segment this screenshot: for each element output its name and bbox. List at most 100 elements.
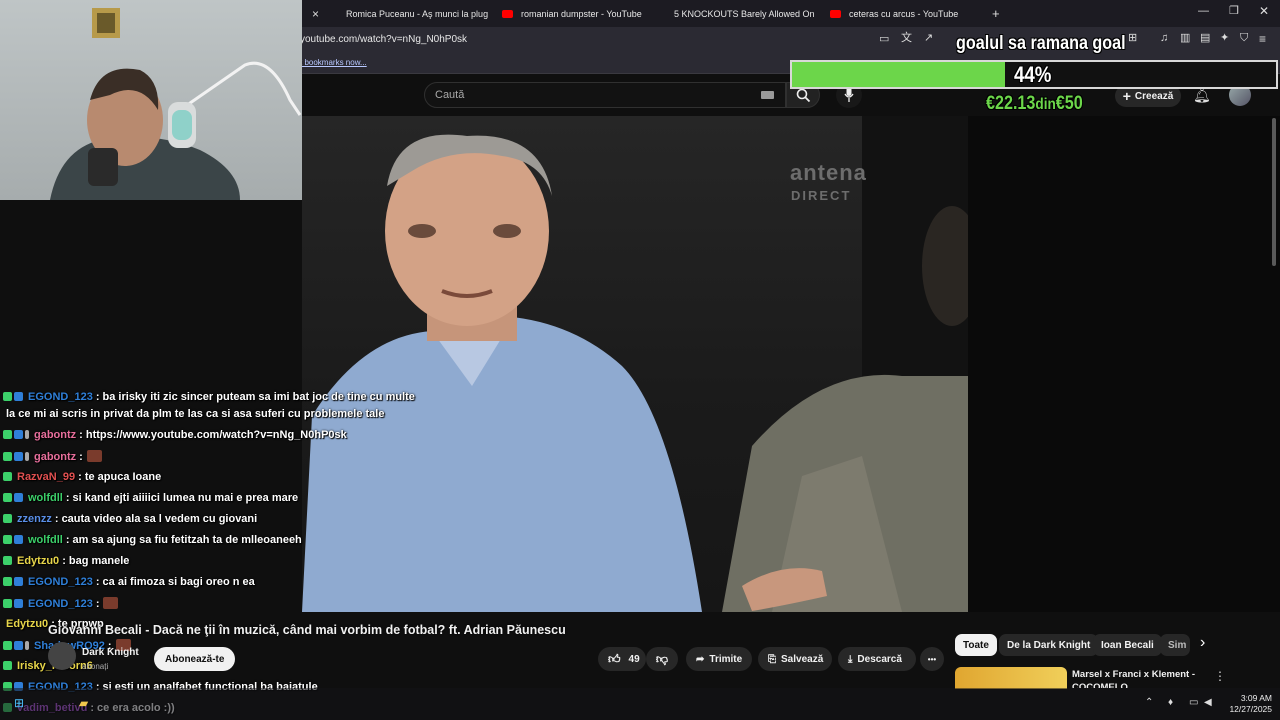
tray-mic-icon[interactable]: ♦ — [1168, 698, 1173, 708]
chat-badge-icon — [3, 556, 12, 565]
goal-current: €22.13 — [986, 93, 1036, 114]
subscribe-button[interactable]: Abonează-te — [154, 647, 236, 671]
keyboard-icon[interactable] — [761, 91, 774, 99]
chat-message: RazvaN_99: te apuca Ioane — [3, 471, 161, 483]
webcam-overlay — [0, 0, 302, 200]
volume-icon[interactable]: ◀ — [1204, 698, 1212, 708]
chip-all[interactable]: Toate — [955, 634, 997, 656]
microphone-icon — [844, 87, 854, 102]
window-close-icon[interactable]: ✕ — [1259, 5, 1269, 17]
menu-icon[interactable]: ≡ — [1259, 33, 1266, 45]
browser-tab[interactable]: romanian dumpster - YouTube — [502, 4, 652, 24]
chip-ioan-becali[interactable]: Ioan Becali — [1093, 634, 1162, 656]
youtube-favicon-icon — [502, 10, 513, 18]
wallet-icon[interactable]: ▤ — [1200, 33, 1210, 44]
chat-text: : ca ai fimoza si bagi oreo n ea — [95, 576, 255, 588]
chat-username: EGOND_123 — [28, 576, 93, 588]
chat-text: : te apuca Ioane — [78, 471, 162, 483]
like-button[interactable]: 👍︎ 49 — [598, 647, 646, 671]
chat-text: : am sa ajung sa fiu fetitzah ta de mlle… — [65, 534, 302, 546]
shield-icon[interactable]: ⛉ — [1240, 33, 1248, 44]
tab-title: ceteras cu arcus - YouTube — [849, 9, 959, 19]
url-text[interactable]: youtube.com/watch?v=nNg_N0hP0sk — [300, 34, 467, 45]
chat-badge-icon — [3, 493, 12, 502]
chat-badge-icon — [14, 430, 23, 439]
chat-badge-icon — [3, 392, 12, 401]
tab-title: romanian dumpster - YouTube — [521, 9, 642, 19]
chat-text: : — [79, 451, 83, 463]
chips-next-icon[interactable]: › — [1200, 635, 1205, 651]
chat-message: EGOND_123: ba irisky iti zic sincer pute… — [3, 391, 415, 403]
browser-tab[interactable]: 5 KNOCKOUTS Barely Allowed On Yo — [666, 4, 816, 24]
channel-name[interactable]: Dark Knight — [82, 647, 139, 658]
sparkle-icon[interactable]: ✦ — [1220, 33, 1229, 44]
network-icon[interactable]: ▭ — [1189, 698, 1198, 708]
tab-close-icon[interactable]: × — [312, 8, 319, 20]
chat-badge-icon — [3, 599, 12, 608]
chat-username: EGOND_123 — [28, 391, 93, 403]
notifications-bell-icon[interactable]: 🔔︎ — [1193, 88, 1211, 102]
chip-similar[interactable]: Sim — [1160, 634, 1190, 656]
chat-username: EGOND_123 — [28, 598, 93, 610]
related-video-title[interactable]: Marsel x Franci x Klement - COCOMELO — [1072, 668, 1202, 688]
channel-watermark-sub: DIRECT — [791, 188, 852, 203]
chat-badge-icon — [14, 641, 23, 650]
import-bookmarks-link[interactable]: t bookmarks now... — [300, 58, 367, 67]
clock-date: 12/27/2025 — [1229, 704, 1272, 714]
chip-from-channel[interactable]: De la Dark Knight — [999, 634, 1099, 656]
translate-icon[interactable]: 文 — [901, 33, 912, 44]
more-actions-button[interactable]: ••• — [920, 647, 944, 671]
chat-badge-icon — [3, 472, 12, 481]
chat-text: : — [95, 598, 100, 610]
reader-view-icon[interactable]: ▭ — [879, 34, 889, 45]
chat-username: wolfdll — [28, 534, 63, 546]
new-tab-icon[interactable]: + — [992, 7, 1000, 20]
chat-badge-icon — [3, 535, 12, 544]
chat-username: gabontz — [34, 451, 77, 463]
chat-badge-icon — [25, 641, 29, 650]
related-more-icon[interactable]: ⋮ — [1214, 670, 1226, 682]
thumbs-up-icon: 👍︎ — [608, 651, 621, 666]
browser-tab[interactable]: ceteras cu arcus - YouTube — [830, 4, 980, 24]
chat-username: Edytzu0 — [6, 618, 49, 630]
search-input[interactable]: Caută — [424, 82, 786, 108]
share-button[interactable]: ➦ Trimite — [686, 647, 752, 671]
chat-message: zzenzz: cauta video ala sa l vedem cu gi… — [3, 513, 257, 525]
video-title: Giovanni Becali - Dacă ne ţii în muzică,… — [48, 623, 566, 637]
sidebar-icon[interactable]: ▥ — [1180, 33, 1190, 44]
channel-avatar[interactable] — [48, 642, 76, 670]
music-icon[interactable]: ♫ — [1160, 33, 1168, 44]
chat-text: : si kand ejti aiiiici lumea nu mai e pr… — [65, 492, 299, 504]
chat-message: wolfdll: am sa ajung sa fiu fetitzah ta … — [3, 534, 302, 546]
tray-chevron-icon[interactable]: ⌃ — [1145, 698, 1153, 708]
file-explorer-icon[interactable]: ▰ — [79, 697, 88, 709]
chat-text: : https://www.youtube.com/watch?v=nNg_N0… — [79, 429, 347, 441]
download-button[interactable]: ⤓ Descarcă — [838, 647, 916, 671]
share-icon[interactable]: ↗ — [924, 33, 933, 44]
chat-message: gabontz: — [3, 450, 102, 463]
clock[interactable]: 3:09 AM 12/27/2025 — [1222, 693, 1272, 715]
related-video-thumbnail[interactable] — [955, 667, 1067, 689]
video-scene-image — [302, 116, 968, 612]
chat-badge-icon — [25, 452, 29, 461]
maximize-icon[interactable]: ❐ — [1229, 6, 1239, 17]
save-button[interactable]: ⎘ Salvează — [758, 647, 832, 671]
extension-icon[interactable]: ⊞ — [1128, 33, 1137, 44]
chat-badge-icon — [3, 430, 12, 439]
chat-badge-icon — [3, 577, 12, 586]
page-scrollbar[interactable] — [1272, 118, 1276, 266]
minimize-icon[interactable]: — — [1198, 6, 1209, 17]
subscriber-count: abonați — [82, 662, 109, 671]
channel-watermark-logo: antena — [790, 160, 867, 185]
chat-badge-icon — [3, 661, 12, 670]
goal-amount: €22.13din€50 — [986, 93, 1083, 115]
chat-message: gabontz: https://www.youtube.com/watch?v… — [3, 429, 347, 441]
start-icon[interactable]: ⊞ — [14, 697, 24, 709]
browser-tab[interactable]: Romica Puceanu - Aş munci la plug și — [338, 4, 488, 24]
dislike-button[interactable]: 👎︎ — [646, 647, 678, 671]
webcam-image — [50, 8, 302, 200]
chat-message: EGOND_123: ca ai fimoza si bagi oreo n e… — [3, 576, 255, 588]
chat-badge-icon — [14, 535, 23, 544]
chat-message: EGOND_123: — [3, 597, 119, 610]
chat-badge-icon — [14, 599, 23, 608]
